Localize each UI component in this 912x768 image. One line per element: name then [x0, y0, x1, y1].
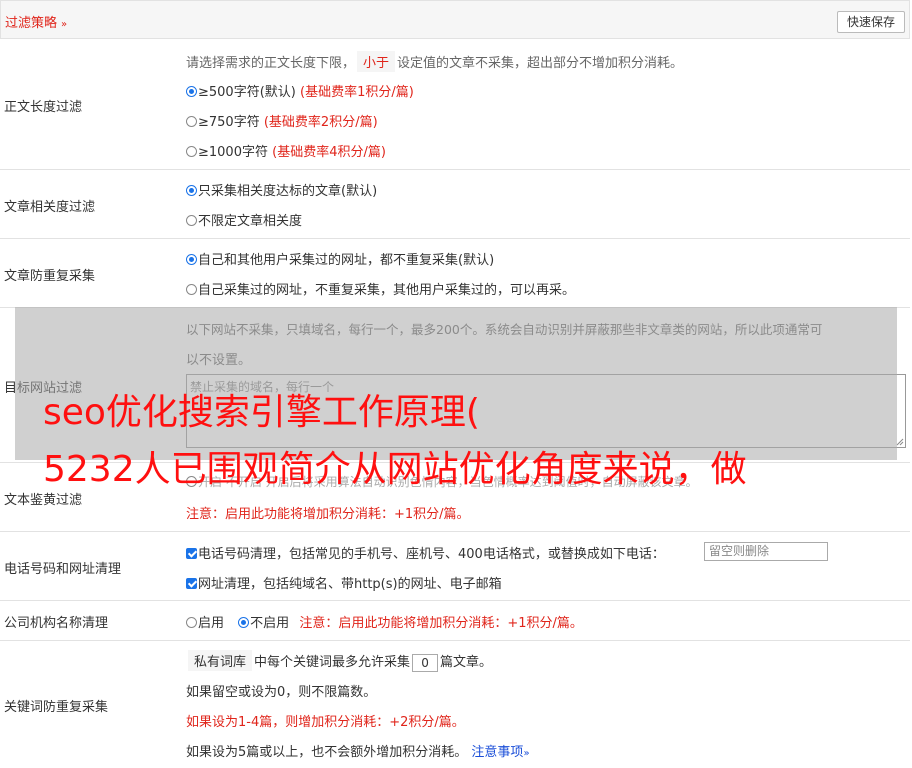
phone-filter-label: 电话号码和网址清理	[4, 562, 122, 577]
option-text: 启用	[198, 616, 225, 631]
filter-strategy-toggle[interactable]: 过滤策略»	[5, 12, 67, 31]
url-clean-text: 网址清理，包括纯域名、带http(s)的网址、电子邮箱	[198, 577, 502, 592]
radio-icon[interactable]	[186, 215, 197, 226]
option-text: ≥750字符	[198, 115, 260, 130]
option-text: ≥1000字符	[198, 145, 268, 160]
phone-filter-row: 电话号码和网址清理 电话号码清理，包括常见的手机号、座机号、400电话格式，或替…	[0, 532, 910, 601]
radio-icon[interactable]	[186, 617, 197, 628]
option-text: 自己和其他用户采集过的网址，都不重复采集(默认)	[198, 253, 495, 268]
site-filter-desc-2: 以不设置。	[186, 353, 252, 368]
radio-icon[interactable]	[186, 284, 197, 295]
company-enable-option[interactable]: 启用	[186, 616, 224, 631]
option-note: (基础费率4积分/篇)	[272, 145, 386, 160]
phone-input-placeholder: 留空则删除	[709, 544, 770, 558]
length-filter-row: 正文长度过滤 请选择需求的正文长度下限， 小于 设定值的文章不采集，超出部分不增加积…	[0, 39, 910, 170]
option-text: 不限定文章相关度	[198, 214, 303, 229]
company-filter-options: 启用 不启用 注意：启用此功能将增加积分消耗：+1积分/篇。	[186, 612, 583, 631]
site-filter-row: 目标网站过滤 以下网站不采集，只填域名，每行一个，最多200个。系统会自动识别并…	[0, 308, 910, 463]
option-text: 自己采集过的网址，不重复采集，其他用户采集过的，可以再采。	[198, 283, 576, 298]
header-title: 过滤策略	[5, 16, 58, 31]
watermark-line-1: seo优化搜索引擎工作原理(	[43, 392, 480, 433]
radio-selected-icon[interactable]	[186, 86, 197, 97]
keyword-line4: 如果设为5篇或以上，也不会额外增加积分消耗。	[186, 745, 468, 760]
length-desc-before: 请选择需求的正文长度下限，	[186, 56, 356, 71]
length-option-1000[interactable]: ≥1000字符 (基础费率4积分/篇)	[186, 141, 386, 160]
relevance-filter-row: 文章相关度过滤 只采集相关度达标的文章(默认) 不限定文章相关度	[0, 170, 910, 239]
phone-clean-text: 电话号码清理，包括常见的手机号、座机号、400电话格式，或替换成如下电话：	[198, 547, 665, 562]
dup-option-self[interactable]: 自己采集过的网址，不重复采集，其他用户采集过的，可以再采。	[186, 279, 575, 298]
keyword-line1-before: 中每个关键词最多允许采集	[254, 655, 411, 670]
replacement-phone-input[interactable]: 留空则删除	[704, 542, 828, 561]
radio-icon[interactable]	[186, 116, 197, 127]
checkbox-checked-icon[interactable]	[186, 578, 197, 589]
site-filter-desc-1: 以下网站不采集，只填域名，每行一个，最多200个。系统会自动识别并屏蔽那些非文章…	[186, 322, 823, 337]
keyword-filter-row: 关键词防重复采集 私有词库 中每个关键词最多允许采集 0 篇文章。 如果留空或设为0，…	[0, 641, 910, 768]
length-option-500[interactable]: ≥500字符(默认) (基础费率1积分/篇)	[186, 81, 414, 100]
option-text: ≥500字符(默认)	[198, 85, 296, 100]
length-option-750[interactable]: ≥750字符 (基础费率2积分/篇)	[186, 111, 378, 130]
keyword-line2: 如果留空或设为0，则不限篇数。	[186, 685, 377, 700]
private-lexicon-tag: 私有词库	[188, 650, 253, 671]
double-chevron-down-icon: »	[523, 748, 530, 759]
option-note: (基础费率2积分/篇)	[263, 115, 378, 130]
filter-strategy-header: 过滤策略» 快速保存	[0, 0, 910, 39]
keyword-line1-after: 篇文章。	[440, 655, 493, 670]
relevance-option-unlimited[interactable]: 不限定文章相关度	[186, 210, 302, 229]
dup-option-all[interactable]: 自己和其他用户采集过的网址，都不重复采集(默认)	[186, 249, 494, 268]
double-chevron-down-icon: »	[61, 19, 68, 30]
radio-selected-icon[interactable]	[186, 185, 197, 196]
relevance-filter-label: 文章相关度过滤	[4, 200, 96, 215]
keyword-count-input[interactable]: 0	[412, 653, 439, 672]
notice-link[interactable]: 注意事项»	[471, 745, 529, 760]
keyword-filter-label: 关键词防重复采集	[4, 700, 109, 715]
company-filter-note: 注意：启用此功能将增加积分消耗：+1积分/篇。	[299, 616, 583, 631]
checkbox-checked-icon[interactable]	[186, 548, 197, 559]
resize-handle-icon[interactable]	[895, 437, 904, 446]
length-filter-desc: 请选择需求的正文长度下限， 小于 设定值的文章不采集，超出部分不增加积分消耗。	[186, 51, 683, 72]
less-than-tag: 小于	[357, 51, 396, 72]
quick-save-button[interactable]: 快速保存	[837, 11, 906, 33]
url-clean-option[interactable]: 网址清理，包括纯域名、带http(s)的网址、电子邮箱	[186, 573, 502, 592]
radio-icon[interactable]	[186, 146, 197, 157]
option-note: (基础费率1积分/篇)	[300, 85, 414, 100]
company-filter-row: 公司机构名称清理 启用 不启用 注意：启用此功能将增加积分消耗：+1积分/篇。	[0, 601, 910, 641]
dup-filter-label: 文章防重复采集	[4, 269, 96, 284]
keyword-line4-wrap: 如果设为5篇或以上，也不会额外增加积分消耗。 注意事项»	[186, 741, 530, 760]
porn-filter-label: 文本鉴黄过滤	[4, 493, 83, 508]
company-disable-option[interactable]: 不启用	[238, 616, 289, 631]
dup-filter-row: 文章防重复采集 自己和其他用户采集过的网址，都不重复采集(默认) 自己采集过的网…	[0, 239, 910, 308]
relevance-option-required[interactable]: 只采集相关度达标的文章(默认)	[186, 180, 377, 199]
option-text: 只采集相关度达标的文章(默认)	[198, 184, 378, 199]
watermark-line-2: 5232人已围观简介从网站优化角度来说，做	[43, 449, 747, 490]
porn-filter-note: 注意：启用此功能将增加积分消耗：+1积分/篇。	[186, 507, 470, 522]
keyword-line3: 如果设为1-4篇，则增加积分消耗：+2积分/篇。	[186, 715, 465, 730]
keyword-limit-line: 私有词库 中每个关键词最多允许采集 0 篇文章。	[186, 650, 492, 672]
notice-link-text: 注意事项	[471, 745, 524, 760]
radio-selected-icon[interactable]	[186, 254, 197, 265]
option-text: 不启用	[250, 616, 290, 631]
length-desc-after: 设定值的文章不采集，超出部分不增加积分消耗。	[397, 56, 684, 71]
radio-selected-icon[interactable]	[238, 617, 250, 628]
phone-clean-option[interactable]: 电话号码清理，包括常见的手机号、座机号、400电话格式，或替换成如下电话：	[186, 543, 665, 562]
length-filter-label: 正文长度过滤	[4, 100, 83, 115]
company-filter-label: 公司机构名称清理	[4, 616, 109, 631]
